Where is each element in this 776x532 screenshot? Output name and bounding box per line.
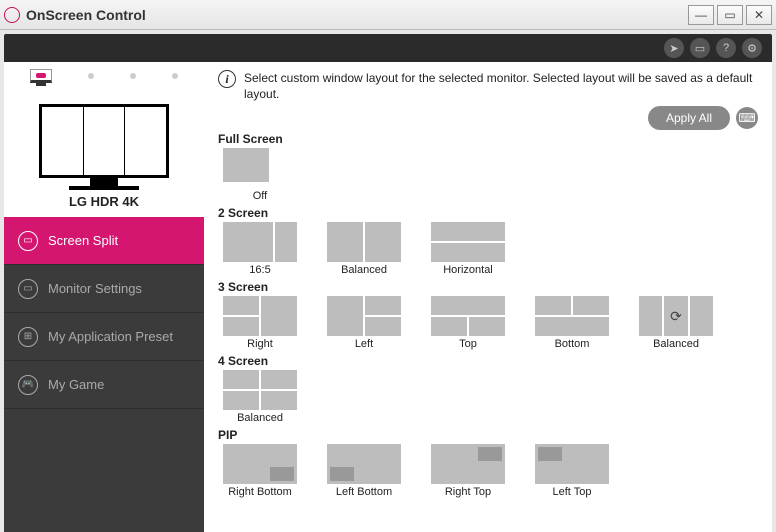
layout-label: Off <box>253 190 267 202</box>
layout-2-165[interactable]: 16:5 <box>218 222 302 276</box>
nav-app-preset[interactable]: ⊞ My Application Preset <box>4 313 204 361</box>
layout-label: Left Top <box>553 486 592 498</box>
sidebar: LG HDR 4K ▭ Screen Split ▭ Monitor Setti… <box>4 62 204 532</box>
layout-3-right[interactable]: Right <box>218 296 302 350</box>
monitor-preview: LG HDR 4K <box>4 90 204 217</box>
nav-label: My Application Preset <box>48 329 173 344</box>
minimize-button[interactable]: — <box>688 5 714 25</box>
monitor-tab-3[interactable] <box>130 73 136 79</box>
monitor-tab-1[interactable] <box>30 69 52 83</box>
layout-pip-rt[interactable]: Right Top <box>426 444 510 498</box>
layout-label: Left Bottom <box>336 486 392 498</box>
game-icon: 🎮 <box>18 375 38 395</box>
layout-label: 16:5 <box>249 264 270 276</box>
section-title-pip: PIP <box>218 428 758 442</box>
nav-my-game[interactable]: 🎮 My Game <box>4 361 204 409</box>
monitor-tabs <box>4 62 204 90</box>
keyboard-icon[interactable]: ⌨ <box>736 107 758 129</box>
layout-label: Right <box>247 338 273 350</box>
layout-label: Right Bottom <box>228 486 292 498</box>
maximize-button[interactable]: ▭ <box>717 5 743 25</box>
content-area: i Select custom window layout for the se… <box>204 62 772 532</box>
layout-pip-lt[interactable]: Left Top <box>530 444 614 498</box>
window-titlebar: OnScreen Control — ▭ ✕ <box>0 0 776 30</box>
section-title-2: 2 Screen <box>218 206 758 220</box>
nav-screen-split[interactable]: ▭ Screen Split <box>4 217 204 265</box>
section-title-full: Full Screen <box>218 132 758 146</box>
pointer-icon[interactable]: ➤ <box>664 38 684 58</box>
layout-label: Horizontal <box>443 264 493 276</box>
layout-3-left[interactable]: Left <box>322 296 406 350</box>
layout-3-balanced[interactable]: Balanced <box>634 296 718 350</box>
app-title: OnScreen Control <box>26 7 146 23</box>
layout-4-balanced[interactable]: Balanced <box>218 370 302 424</box>
monitor-settings-icon: ▭ <box>18 279 38 299</box>
screen-split-icon: ▭ <box>18 231 38 251</box>
close-button[interactable]: ✕ <box>746 5 772 25</box>
monitor-graphic <box>39 104 169 178</box>
layout-label: Bottom <box>555 338 590 350</box>
info-text: Select custom window layout for the sele… <box>244 70 758 102</box>
section-title-3: 3 Screen <box>218 280 758 294</box>
layout-pip-lb[interactable]: Left Bottom <box>322 444 406 498</box>
layout-2-horizontal[interactable]: Horizontal <box>426 222 510 276</box>
layout-label: Right Top <box>445 486 491 498</box>
section-title-4: 4 Screen <box>218 354 758 368</box>
display-icon[interactable]: ▭ <box>690 38 710 58</box>
layout-label: Top <box>459 338 477 350</box>
app-preset-icon: ⊞ <box>18 327 38 347</box>
layout-3-top[interactable]: Top <box>426 296 510 350</box>
apply-all-button[interactable]: Apply All <box>648 106 730 130</box>
monitor-name: LG HDR 4K <box>4 194 204 209</box>
layout-2-balanced[interactable]: Balanced <box>322 222 406 276</box>
sidebar-nav: ▭ Screen Split ▭ Monitor Settings ⊞ My A… <box>4 217 204 532</box>
layout-label: Balanced <box>237 412 283 424</box>
layout-label: Balanced <box>653 338 699 350</box>
layout-pip-rb[interactable]: Right Bottom <box>218 444 302 498</box>
nav-monitor-settings[interactable]: ▭ Monitor Settings <box>4 265 204 313</box>
nav-label: Screen Split <box>48 233 118 248</box>
info-icon: i <box>218 70 236 88</box>
app-body: LG HDR 4K ▭ Screen Split ▭ Monitor Setti… <box>4 62 772 532</box>
layout-label: Left <box>355 338 373 350</box>
nav-label: My Game <box>48 377 104 392</box>
layout-3-bottom[interactable]: Bottom <box>530 296 614 350</box>
top-toolbar: ➤ ▭ ? ⚙ <box>4 34 772 62</box>
nav-label: Monitor Settings <box>48 281 142 296</box>
monitor-tab-2[interactable] <box>88 73 94 79</box>
monitor-tab-4[interactable] <box>172 73 178 79</box>
settings-icon[interactable]: ⚙ <box>742 38 762 58</box>
layout-off[interactable]: Off <box>218 148 302 202</box>
info-row: i Select custom window layout for the se… <box>218 70 758 102</box>
layout-label: Balanced <box>341 264 387 276</box>
help-icon[interactable]: ? <box>716 38 736 58</box>
app-logo-icon <box>4 7 20 23</box>
